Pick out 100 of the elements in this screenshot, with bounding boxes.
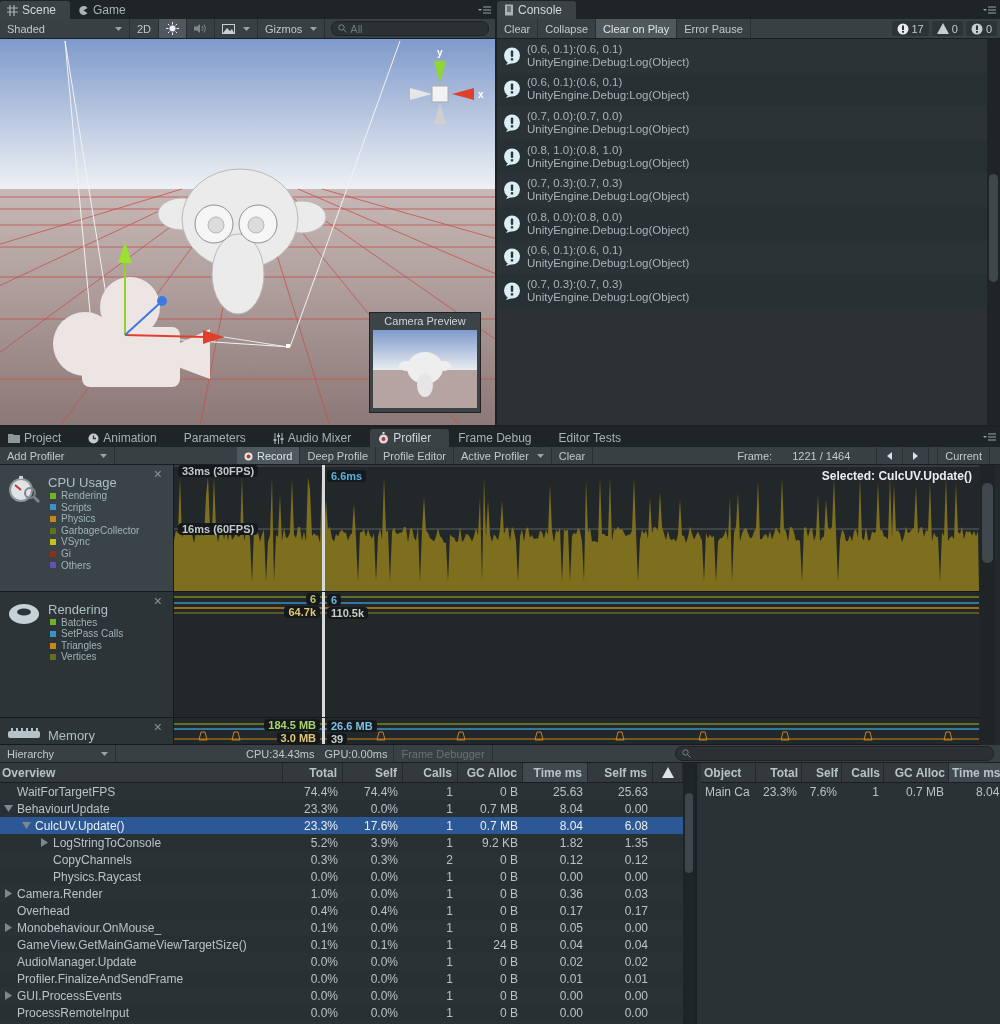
- column-header[interactable]: Time ms: [949, 763, 1000, 782]
- frame-marker-line[interactable]: [322, 591, 325, 718]
- tab[interactable]: Project: [0, 429, 80, 447]
- value-readout: 6: [327, 593, 342, 606]
- table-cell-text: 0.1%: [369, 937, 399, 952]
- lighting-toggle[interactable]: [159, 19, 188, 38]
- panel-menu-icon[interactable]: [983, 5, 996, 14]
- function-name: GameView.GetMainGameViewTargetSize(): [17, 937, 247, 952]
- tab[interactable]: Game: [71, 1, 140, 19]
- table-cell-text: 0.00: [558, 869, 584, 884]
- error-count-toggle[interactable]: 0: [965, 21, 997, 36]
- pacman-icon: [78, 4, 90, 16]
- shading-dropdown[interactable]: Shaded: [0, 19, 130, 38]
- profiler-module-pane[interactable]: CPU Usage Rendering Scripts Physics GarbageCollector VSync Gi Others ×: [0, 465, 174, 591]
- table-cell-text: 7.6%: [808, 784, 838, 799]
- tab[interactable]: Audio Mixer: [264, 429, 370, 447]
- table-cell-text: 0.1%: [309, 920, 339, 935]
- log-message: (0.7, 0.0):(0.7, 0.0): [527, 110, 624, 123]
- close-button[interactable]: ×: [147, 591, 168, 610]
- tab[interactable]: Editor Tests: [550, 429, 639, 447]
- table-cell-text: 0.0%: [309, 1005, 339, 1020]
- profiler-module-pane[interactable]: Rendering Batches SetPass Calls Triangles Vertices ×: [0, 591, 174, 718]
- table-cell-text: 1: [445, 920, 454, 935]
- legend-label: GarbageCollector: [61, 524, 140, 537]
- log-entry[interactable]: (0.8, 0.0):(0.8, 0.0) UnityEngine.Debug:Log(Object): [497, 206, 987, 241]
- tab[interactable]: Console: [497, 1, 577, 19]
- frame-marker-line[interactable]: [322, 465, 325, 591]
- scrollbar[interactable]: [987, 39, 1000, 425]
- column-header[interactable]: Self ms: [588, 763, 653, 782]
- log-entry[interactable]: (0.6, 0.1):(0.6, 0.1) UnityEngine.Debug:Log(Object): [497, 72, 987, 107]
- tree-row[interactable]: CulcUV.Update() 23.3% 17.6% 1 0.7 MB 8.04 6.08: [0, 817, 683, 834]
- scrollbar[interactable]: [980, 465, 995, 745]
- table-cell-text: 23.3%: [302, 818, 339, 833]
- collapsed-arrow-icon[interactable]: [4, 889, 13, 898]
- toolbar-button[interactable]: Deep Profile: [300, 447, 376, 464]
- table-cell-text: 0.17: [558, 903, 584, 918]
- value-readout: 64.7k: [284, 605, 320, 618]
- log-entry[interactable]: (0.8, 1.0):(0.8, 1.0) UnityEngine.Debug:Log(Object): [497, 139, 987, 174]
- column-header[interactable]: Overview: [0, 763, 283, 782]
- search-field[interactable]: [675, 746, 994, 761]
- column-header[interactable]: Time ms: [523, 763, 588, 782]
- legend-label: Others: [61, 559, 91, 572]
- table-cell-text: 1: [445, 937, 454, 952]
- column-header[interactable]: Self: [343, 763, 403, 782]
- function-name: WaitForTargetFPS: [17, 784, 116, 799]
- function-name: CulcUV.Update(): [35, 818, 125, 833]
- toolbar-button[interactable]: Clear on Play: [596, 19, 678, 38]
- column-header[interactable]: Total: [756, 763, 802, 782]
- tab[interactable]: Profiler: [370, 429, 450, 447]
- column-header[interactable]: Total: [283, 763, 343, 782]
- collapsed-arrow-icon[interactable]: [4, 923, 13, 932]
- current-frame-button[interactable]: Current: [937, 447, 990, 464]
- profiler-module-pane[interactable]: Memory ×: [0, 718, 174, 744]
- grid-icon: [7, 4, 18, 16]
- table-cell-text: 0 B: [499, 852, 519, 867]
- table-cell-text: 0.0%: [309, 869, 339, 884]
- legend-label: VSync: [61, 536, 90, 548]
- column-header[interactable]: Calls: [842, 763, 884, 782]
- tab[interactable]: Parameters: [175, 429, 264, 447]
- table-cell-text: 2: [445, 852, 454, 867]
- add-profiler-dropdown[interactable]: Add Profiler: [0, 447, 115, 464]
- toolbar-button[interactable]: Clear: [497, 19, 539, 38]
- log-entry[interactable]: (0.7, 0.3):(0.7, 0.3) UnityEngine.Debug:Log(Object): [497, 274, 987, 308]
- collapsed-arrow-icon[interactable]: [40, 838, 49, 847]
- toolbar-button[interactable]: Profile Editor: [376, 447, 454, 464]
- log-message: (0.6, 0.1):(0.6, 0.1): [527, 76, 624, 90]
- column-header[interactable]: Calls: [403, 763, 458, 782]
- frame-marker-line[interactable]: [322, 718, 325, 744]
- panel-menu-icon[interactable]: [983, 433, 996, 441]
- scrollbar[interactable]: [683, 763, 695, 1024]
- panel-menu-icon[interactable]: [478, 5, 491, 14]
- column-header[interactable]: Object: [701, 763, 756, 782]
- table-cell-text: 0.0%: [309, 971, 339, 986]
- table-cell-text: 0.00: [623, 988, 649, 1003]
- warning-count-toggle[interactable]: 0: [931, 21, 963, 36]
- info-count-toggle[interactable]: 17: [891, 21, 929, 36]
- column-header[interactable]: Self: [802, 763, 842, 782]
- toolbar-button[interactable]: Error Pause: [677, 19, 751, 38]
- log-message: (0.6, 0.1):(0.6, 0.1): [527, 244, 624, 258]
- tab[interactable]: Frame Debug: [450, 429, 550, 447]
- axis-label: y: [437, 47, 443, 58]
- gizmos-dropdown[interactable]: Gizmos: [258, 19, 326, 38]
- view-mode-dropdown[interactable]: Hierarchy: [0, 745, 116, 762]
- tab[interactable]: Scene: [0, 1, 71, 19]
- sort-ascending-icon[interactable]: [661, 767, 674, 778]
- record-toggle[interactable]: Record: [237, 447, 301, 464]
- profiler-dropdown[interactable]: Active Profiler: [454, 447, 552, 464]
- tab[interactable]: Animation: [80, 429, 175, 447]
- expanded-arrow-icon[interactable]: [22, 821, 31, 830]
- table-cell-text: 5.2%: [309, 835, 339, 850]
- log-stack-trace: UnityEngine.Debug:Log(Object): [527, 156, 690, 170]
- close-button[interactable]: ×: [147, 718, 168, 737]
- table-cell-text: 1.82: [558, 835, 584, 850]
- previous-frame-button[interactable]: [876, 447, 904, 464]
- toolbar-button[interactable]: Clear: [551, 447, 594, 464]
- function-name: GUI.ProcessEvents: [17, 988, 122, 1003]
- close-button[interactable]: ×: [147, 465, 168, 483]
- table-cell-text: 0.04: [623, 937, 649, 952]
- expanded-arrow-icon[interactable]: [4, 804, 13, 813]
- collapsed-arrow-icon[interactable]: [4, 991, 13, 1000]
